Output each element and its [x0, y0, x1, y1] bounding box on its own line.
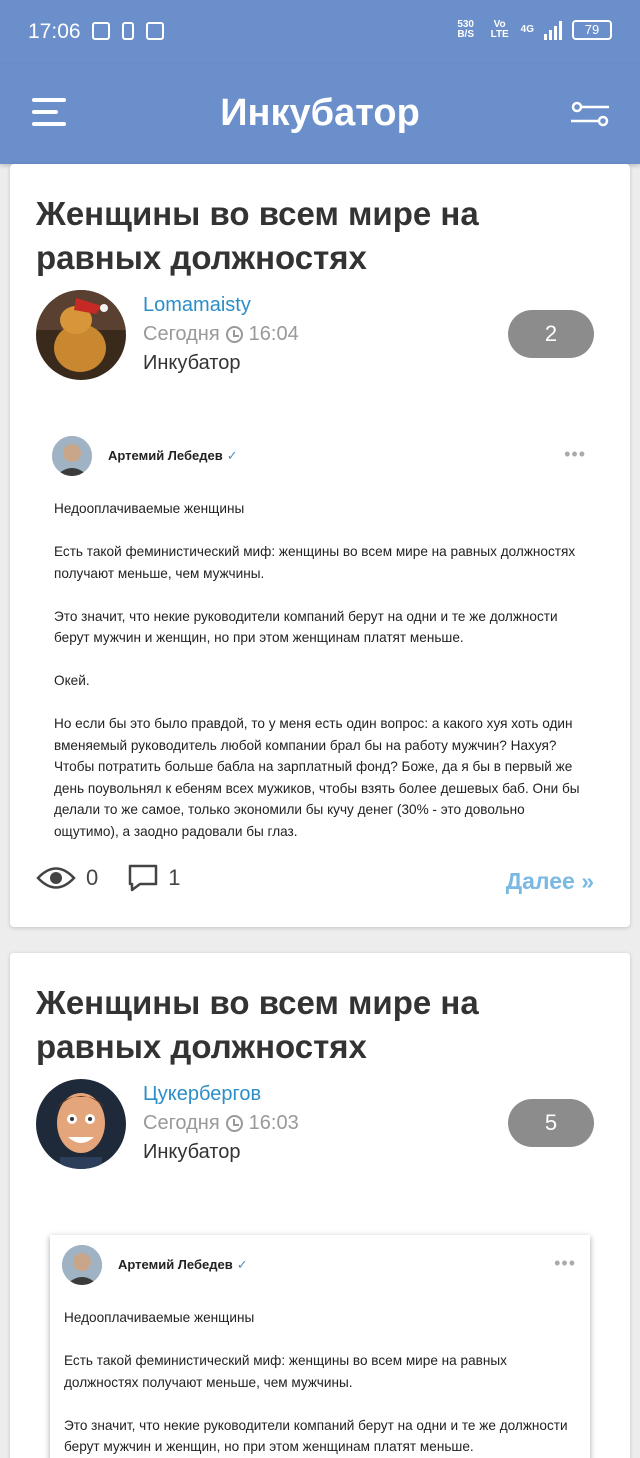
embed-author: Артемий Лебедев ✓ [108, 448, 238, 464]
post-title[interactable]: Женщины во всем мире на равных должностя… [36, 192, 606, 280]
post-date: Сегодня 16:03 [143, 1112, 299, 1135]
verified-icon: ✓ [226, 448, 238, 463]
embed-text: Недооплачиваемые женщины Есть такой феми… [54, 498, 586, 864]
embed-paragraph: Окей. [54, 673, 90, 688]
status-time: 17:06 [28, 20, 81, 43]
embed-author: Артемий Лебедев ✓ [118, 1257, 248, 1273]
net-speed: 530 B/S [457, 19, 474, 40]
post-date-label: Сегодня [143, 1112, 220, 1134]
embed-paragraph: Это значит, что некие руководители компа… [54, 608, 558, 646]
embed-paragraph: Недооплачиваемые женщины [64, 1310, 255, 1325]
alert-icon [122, 22, 134, 40]
volte-indicator: Vo LTE [490, 19, 509, 40]
screen-record-icon [92, 22, 110, 40]
filter-icon[interactable] [570, 100, 610, 128]
embed-paragraph: Есть такой феминистический миф: женщины … [64, 1353, 507, 1390]
embed-text: Недооплачиваемые женщины Есть такой феми… [64, 1307, 579, 1458]
embed-avatar [62, 1245, 102, 1285]
app-bar: Инкубатор [0, 64, 640, 164]
rating-badge[interactable]: 2 [508, 310, 594, 358]
post-category[interactable]: Инкубатор [143, 352, 240, 375]
post-title[interactable]: Женщины во всем мире на равных должностя… [36, 981, 606, 1069]
clock-icon [225, 326, 243, 343]
author-name[interactable]: Цукербергов [143, 1083, 261, 1106]
post-image[interactable]: Артемий Лебедев ✓ ••• Недооплачиваемые же… [50, 1235, 590, 1458]
avatar[interactable] [36, 1079, 126, 1169]
page-title: Инкубатор [220, 92, 420, 134]
more-options-icon: ••• [554, 1253, 576, 1273]
post-date: Сегодня 16:04 [143, 323, 299, 346]
avatar[interactable] [36, 290, 126, 380]
embed-author-name: Артемий Лебедев [108, 448, 223, 463]
post-category[interactable]: Инкубатор [143, 1141, 240, 1164]
post-image[interactable]: Артемий Лебедев ✓ ••• Недооплачиваемые же… [40, 426, 600, 846]
eye-icon [36, 867, 76, 889]
post-date-label: Сегодня [143, 323, 220, 345]
verified-icon: ✓ [236, 1257, 248, 1272]
comments-count[interactable]: 1 [168, 865, 180, 891]
embed-paragraph: Это значит, что некие руководители компа… [64, 1417, 568, 1455]
embed-paragraph: Но если бы это было правдой, то у меня е… [54, 716, 580, 839]
post-card[interactable]: Женщины во всем мире на равных должностя… [10, 164, 630, 927]
embed-avatar [52, 436, 92, 476]
views-count: 0 [86, 865, 99, 890]
post-stats: 0 1 [36, 864, 181, 892]
network-type: 4G [520, 24, 534, 35]
embed-paragraph: Недооплачиваемые женщины [54, 501, 245, 516]
signal-icon [544, 20, 562, 40]
post-card[interactable]: Женщины во всем мире на равных должностя… [10, 953, 630, 1458]
comment-icon[interactable] [128, 864, 158, 892]
embed-author-name: Артемий Лебедев [118, 1257, 233, 1272]
post-time: 16:04 [248, 323, 299, 345]
battery-icon: 79 [572, 20, 612, 40]
read-more-link[interactable]: Далее » [506, 868, 594, 895]
more-options-icon: ••• [564, 444, 586, 464]
post-time: 16:03 [248, 1112, 299, 1134]
news-icon [146, 22, 164, 40]
clock-icon [225, 1115, 243, 1132]
status-bar: 17:06 530 B/S Vo LTE 4G 79 [0, 0, 640, 64]
rating-badge[interactable]: 5 [508, 1099, 594, 1147]
author-name[interactable]: Lomamaisty [143, 294, 251, 317]
embed-paragraph: Есть такой феминистический миф: женщины … [54, 544, 576, 581]
